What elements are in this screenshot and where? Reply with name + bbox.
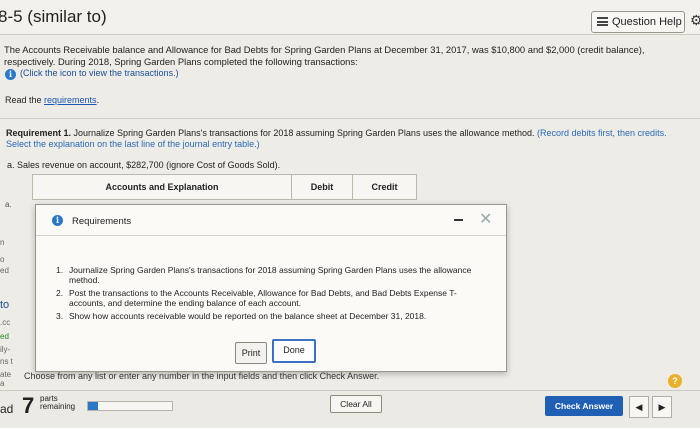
settings-icon[interactable]: ⚙ xyxy=(690,12,700,29)
list-item: 3. Show how accounts receivable would be… xyxy=(56,311,476,321)
journal-table-header: Accounts and Explanation Debit Credit xyxy=(32,174,417,200)
left-cut-text: .cc xyxy=(0,318,11,327)
left-cut-label: ad xyxy=(0,402,14,416)
minimize-icon[interactable] xyxy=(454,219,463,221)
left-cut-text: n xyxy=(0,238,5,247)
question-help-button[interactable]: Question Help xyxy=(591,11,685,33)
read-requirements-line: Read the requirements. xyxy=(5,95,100,105)
left-cut-text: ns t xyxy=(0,357,13,366)
requirements-list: 1. Journalize Spring Garden Plans's tran… xyxy=(56,265,476,324)
read-prefix: Read the xyxy=(5,95,45,105)
col-credit: Credit xyxy=(371,182,398,192)
list-icon xyxy=(597,17,608,26)
remaining-word: remaining xyxy=(40,402,76,411)
close-icon[interactable]: ✕ xyxy=(479,209,492,229)
divider xyxy=(0,118,700,119)
left-cut-text: ate a xyxy=(0,370,12,388)
transactions-link[interactable]: (Click the icon to view the transactions… xyxy=(20,68,179,78)
instruction-text: Choose from any list or enter any number… xyxy=(24,371,380,381)
item-number: 3. xyxy=(56,311,64,321)
check-answer-button[interactable]: Check Answer xyxy=(545,396,623,416)
col-debit: Debit xyxy=(310,182,334,192)
item-number: 1. xyxy=(56,265,64,275)
prev-question-button[interactable]: ◀ xyxy=(629,396,649,418)
item-text: Journalize Spring Garden Plans's transac… xyxy=(69,265,472,285)
done-button[interactable]: Done xyxy=(272,339,316,363)
question-help-label: Question Help xyxy=(612,16,682,28)
list-item: 1. Journalize Spring Garden Plans's tran… xyxy=(56,265,476,285)
left-cut-text: ed xyxy=(0,332,9,341)
progress-bar xyxy=(87,401,173,411)
list-item: 2. Post the transactions to the Accounts… xyxy=(56,288,476,308)
clear-all-button[interactable]: Clear All xyxy=(330,395,382,413)
col-accounts: Accounts and Explanation xyxy=(105,182,219,192)
help-icon[interactable]: ? xyxy=(668,374,682,388)
progress-fill xyxy=(88,402,99,410)
item-text: Post the transactions to the Accounts Re… xyxy=(69,288,457,308)
item-number: 2. xyxy=(56,288,64,298)
page-title: 8-5 (similar to) xyxy=(0,7,107,26)
transaction-a: a. Sales revenue on account, $282,700 (i… xyxy=(7,160,281,170)
next-question-button[interactable]: ▶ xyxy=(652,396,672,418)
info-icon: i xyxy=(52,215,63,226)
requirement-body: Journalize Spring Garden Plans's transac… xyxy=(71,128,538,138)
info-icon[interactable]: i xyxy=(5,69,16,80)
left-cut-text: ily- xyxy=(0,345,11,354)
requirement-label: Requirement 1. xyxy=(6,128,72,138)
requirements-dialog: i Requirements ✕ 1. Journalize Spring Ga… xyxy=(35,204,507,372)
left-cut-text: ed xyxy=(0,266,9,275)
parts-count: 7 xyxy=(22,393,35,418)
print-button[interactable]: Print xyxy=(235,342,267,364)
problem-statement: The Accounts Receivable balance and Allo… xyxy=(4,44,645,67)
item-text: Show how accounts receivable would be re… xyxy=(69,311,427,321)
left-cut-text: to xyxy=(0,299,10,311)
parts-remaining-label: parts remaining xyxy=(40,395,75,411)
dialog-title: Requirements xyxy=(72,216,132,227)
dialog-header: i Requirements ✕ xyxy=(36,205,506,236)
row-label: a. xyxy=(5,200,12,209)
requirements-link[interactable]: requirements xyxy=(44,95,97,105)
top-bar: 8-5 (similar to) Question Help ⚙ xyxy=(0,0,700,35)
requirement-1-text: Requirement 1. Journalize Spring Garden … xyxy=(6,128,694,150)
left-cut-text: o xyxy=(0,255,5,264)
